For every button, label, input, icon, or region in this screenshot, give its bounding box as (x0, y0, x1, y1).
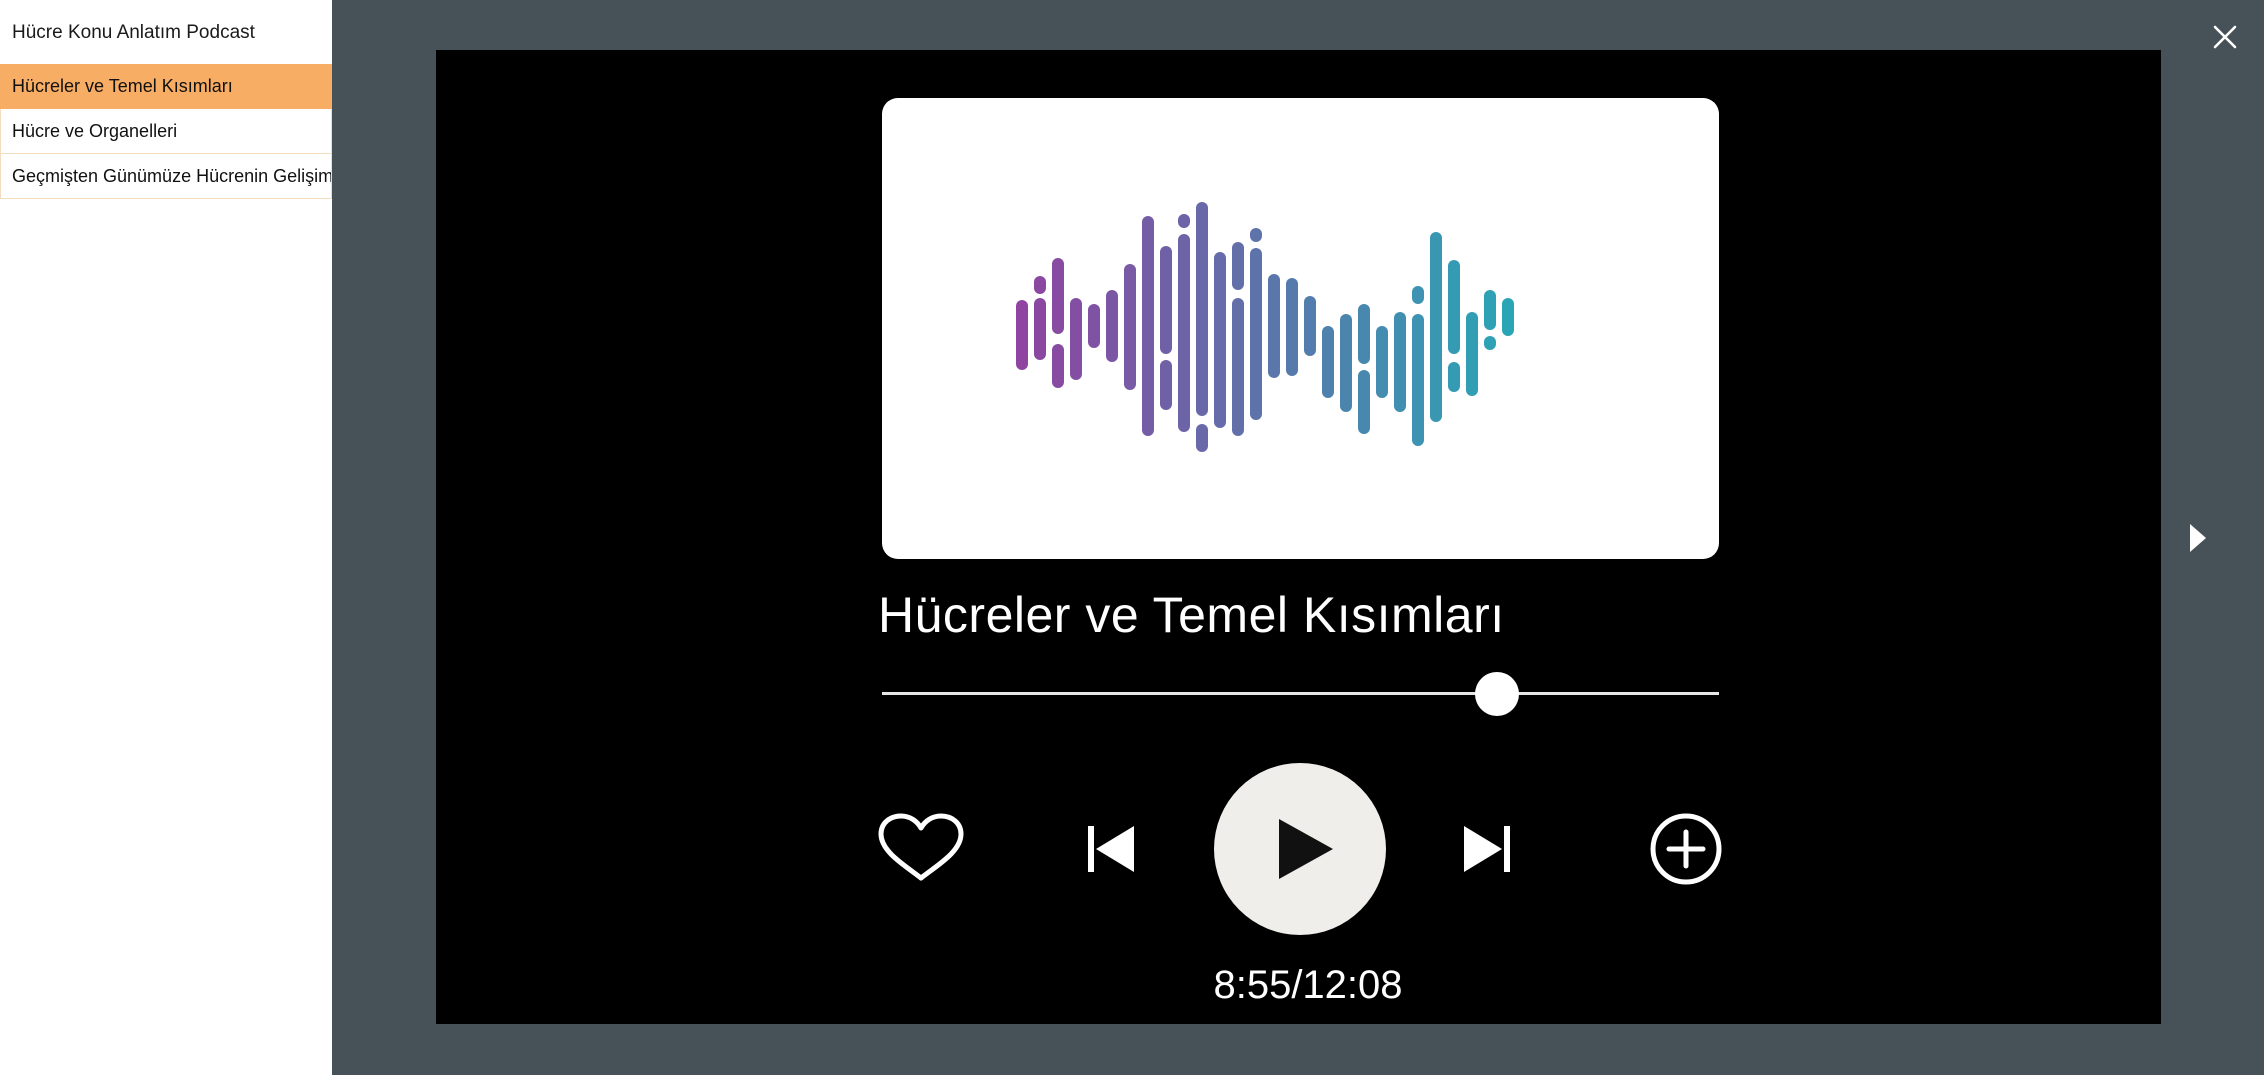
waveform-bar (1142, 216, 1154, 436)
waveform-bar (1358, 304, 1370, 364)
waveform-bar (1358, 370, 1370, 434)
waveform-bar (1502, 298, 1514, 336)
waveform-bar (1286, 278, 1298, 376)
next-slide-button[interactable] (2188, 522, 2208, 554)
episode-item-label: Geçmişten Günümüze Hücrenin Gelişimi (12, 165, 332, 186)
waveform-bar (1394, 312, 1406, 412)
seek-bar[interactable] (882, 692, 1719, 695)
episode-item[interactable]: Hücreler ve Temel Kısımları (0, 64, 332, 109)
episode-item[interactable]: Hücre ve Organelleri (0, 109, 332, 154)
waveform-bar (1070, 298, 1082, 380)
waveform-bar (1376, 326, 1388, 398)
skip-previous-icon (1088, 826, 1134, 872)
waveform-bar (1178, 234, 1190, 432)
plus-circle-icon (1650, 813, 1722, 885)
play-button[interactable] (1214, 763, 1386, 935)
waveform-bar (1430, 232, 1442, 422)
waveform-icon (1016, 202, 1514, 452)
waveform-bar (1178, 214, 1190, 228)
waveform-bar (1196, 424, 1208, 452)
waveform-bar (1088, 304, 1100, 348)
waveform-bar (1196, 202, 1208, 416)
waveform-bar (1484, 336, 1496, 350)
waveform-bar (1448, 260, 1460, 354)
seek-thumb[interactable] (1475, 672, 1520, 716)
episode-item-label: Hücre ve Organelleri (12, 120, 178, 141)
close-button[interactable] (2212, 24, 2238, 50)
sidebar-title: Hücre Konu Anlatım Podcast (12, 22, 255, 43)
waveform-bar (1232, 242, 1244, 290)
waveform-bar (1466, 312, 1478, 396)
like-button[interactable] (876, 812, 966, 884)
waveform-bar (1124, 264, 1136, 390)
waveform-bar (1052, 344, 1064, 388)
waveform-bar (1232, 298, 1244, 436)
waveform-bar (1250, 228, 1262, 242)
waveform-bar (1052, 258, 1064, 334)
play-icon (1279, 819, 1333, 879)
time-display: 8:55/12:08 (1213, 963, 1403, 1007)
waveform-bar (1448, 362, 1460, 392)
heart-icon (878, 813, 964, 881)
waveform-bar (1016, 300, 1028, 370)
waveform-bar (1484, 290, 1496, 330)
waveform-bar (1340, 314, 1352, 412)
waveform-bar (1214, 252, 1226, 428)
previous-button[interactable] (1084, 822, 1138, 876)
episode-list: Hücreler ve Temel Kısımları Hücre ve Org… (0, 64, 332, 199)
waveform-bar (1250, 248, 1262, 420)
waveform-bar (1304, 296, 1316, 356)
close-icon (2213, 25, 2237, 49)
waveform-bar (1034, 298, 1046, 360)
track-title: Hücreler ve Temel Kısımları (878, 587, 1505, 643)
waveform-bar (1160, 246, 1172, 354)
next-button[interactable] (1460, 822, 1514, 876)
episode-item[interactable]: Geçmişten Günümüze Hücrenin Gelişimi (0, 154, 332, 199)
waveform-bar (1160, 360, 1172, 410)
waveform-bar (1034, 276, 1046, 294)
skip-next-icon (1464, 826, 1510, 872)
sidebar: Hücre Konu Anlatım Podcast Hücreler ve T… (0, 0, 332, 1075)
waveform-bar (1322, 326, 1334, 398)
chevron-right-icon (2190, 524, 2206, 552)
waveform-bar (1106, 290, 1118, 362)
waveform-bar (1268, 274, 1280, 378)
episode-item-label: Hücreler ve Temel Kısımları (12, 76, 233, 96)
podcast-cover (882, 98, 1719, 559)
waveform-bar (1412, 286, 1424, 304)
add-to-playlist-button[interactable] (1649, 812, 1723, 886)
waveform-bar (1412, 314, 1424, 446)
